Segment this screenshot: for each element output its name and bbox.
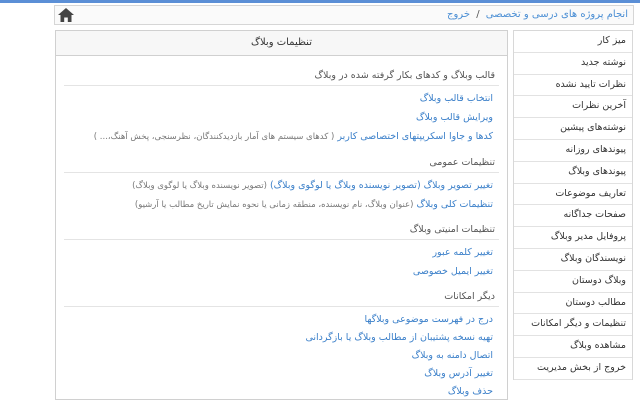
section-divider <box>64 172 499 173</box>
change-blog-image-desc: (تصویر نویسنده وبلاگ یا لوگوی وبلاگ) <box>132 181 267 191</box>
sidebar-item-view-blog[interactable]: مشاهده وبلاگ <box>514 336 632 358</box>
backup-link[interactable]: تهیه نسخه پشتیبان از مطالب وبلاگ یا بازگ… <box>305 332 493 343</box>
sidebar-item-settings[interactable]: تنظیمات و دیگر امکانات <box>514 314 632 337</box>
sidebar-item-blog-links[interactable]: پیوندهای وبلاگ <box>514 162 632 184</box>
change-email-link[interactable]: تغییر ایمیل خصوصی <box>413 266 493 277</box>
section-title-general: تنظیمات عمومی <box>429 157 495 168</box>
section-divider <box>64 85 499 86</box>
connect-domain-link[interactable]: اتصال دامنه به وبلاگ <box>412 350 493 361</box>
section-divider <box>64 239 499 240</box>
breadcrumb-current[interactable]: خروج <box>447 9 470 20</box>
sidebar-item-profile[interactable]: پروفایل مدیر وبلاگ <box>514 227 632 249</box>
section-title-other: دیگر امکانات <box>444 291 495 302</box>
general-settings-link[interactable]: تنظیمات کلی وبلاگ (عنوان وبلاگ، نام نویس… <box>135 199 493 210</box>
section-divider <box>64 306 499 307</box>
custom-scripts-desc: ( کدهای سیستم های آمار بازدیدکنندگان، نظ… <box>93 132 335 142</box>
sidebar-item-new-post[interactable]: نوشته جدید <box>514 53 632 75</box>
change-password-link[interactable]: تغییر کلمه عبور <box>432 247 493 258</box>
sidebar-item-friend-blogs[interactable]: وبلاگ دوستان <box>514 271 632 293</box>
sidebar-item-pending-comments[interactable]: نظرات تایید نشده <box>514 75 632 97</box>
change-blog-image-link[interactable]: تغییر تصویر وبلاگ (تصویر نویسنده وبلاگ ی… <box>132 180 493 191</box>
sidebar-item-daily-links[interactable]: پیوندهای روزانه <box>514 140 632 162</box>
sidebar-item-categories[interactable]: تعاریف موضوعات <box>514 184 632 206</box>
sidebar-item-dashboard[interactable]: میز کار <box>514 31 632 53</box>
delete-blog-link[interactable]: حذف وبلاگ <box>448 386 493 397</box>
section-title-security: تنظیمات امنیتی وبلاگ <box>409 224 495 235</box>
breadcrumb: انجام پروژه های درسی و تخصصی / خروج <box>447 9 628 20</box>
sidebar-item-friend-posts[interactable]: مطالب دوستان <box>514 293 632 315</box>
sidebar-item-previous-posts[interactable]: نوشته‌های پیشین <box>514 118 632 140</box>
general-settings-desc: (عنوان وبلاگ، نام نویسنده، منطقه زمانی ی… <box>134 200 414 210</box>
sidebar-menu: میز کار نوشته جدید نظرات تایید نشده آخری… <box>513 30 633 380</box>
top-accent-line <box>0 0 640 3</box>
settings-panel: تنظیمات وبلاگ قالب وبلاگ و کدهای بکار گر… <box>55 30 508 400</box>
sidebar-item-authors[interactable]: نویسندگان وبلاگ <box>514 249 632 271</box>
home-button[interactable] <box>56 6 76 23</box>
breadcrumb-separator: / <box>476 9 480 20</box>
choose-template-link[interactable]: انتخاب قالب وبلاگ <box>420 93 493 104</box>
edit-template-link[interactable]: ویرایش قالب وبلاگ <box>416 112 493 123</box>
sidebar-item-latest-comments[interactable]: آخرین نظرات <box>514 96 632 119</box>
panel-title: تنظیمات وبلاگ <box>56 31 507 56</box>
directory-listing-link[interactable]: درج در فهرست موضوعی وبلاگها <box>364 314 493 325</box>
section-title-template: قالب وبلاگ و کدهای بکار گرفته شده در وبل… <box>314 70 495 81</box>
change-address-link[interactable]: تغییر آدرس وبلاگ <box>424 368 493 379</box>
home-icon <box>58 7 74 22</box>
custom-scripts-link[interactable]: کدها و جاوا اسکریپتهای اختصاصی کاربر ( ک… <box>94 131 493 142</box>
sidebar-item-logout[interactable]: خروج از بخش مدیریت <box>514 358 632 380</box>
sidebar-item-pages[interactable]: صفحات جداگانه <box>514 205 632 228</box>
breadcrumb-parent[interactable]: انجام پروژه های درسی و تخصصی <box>486 9 628 20</box>
